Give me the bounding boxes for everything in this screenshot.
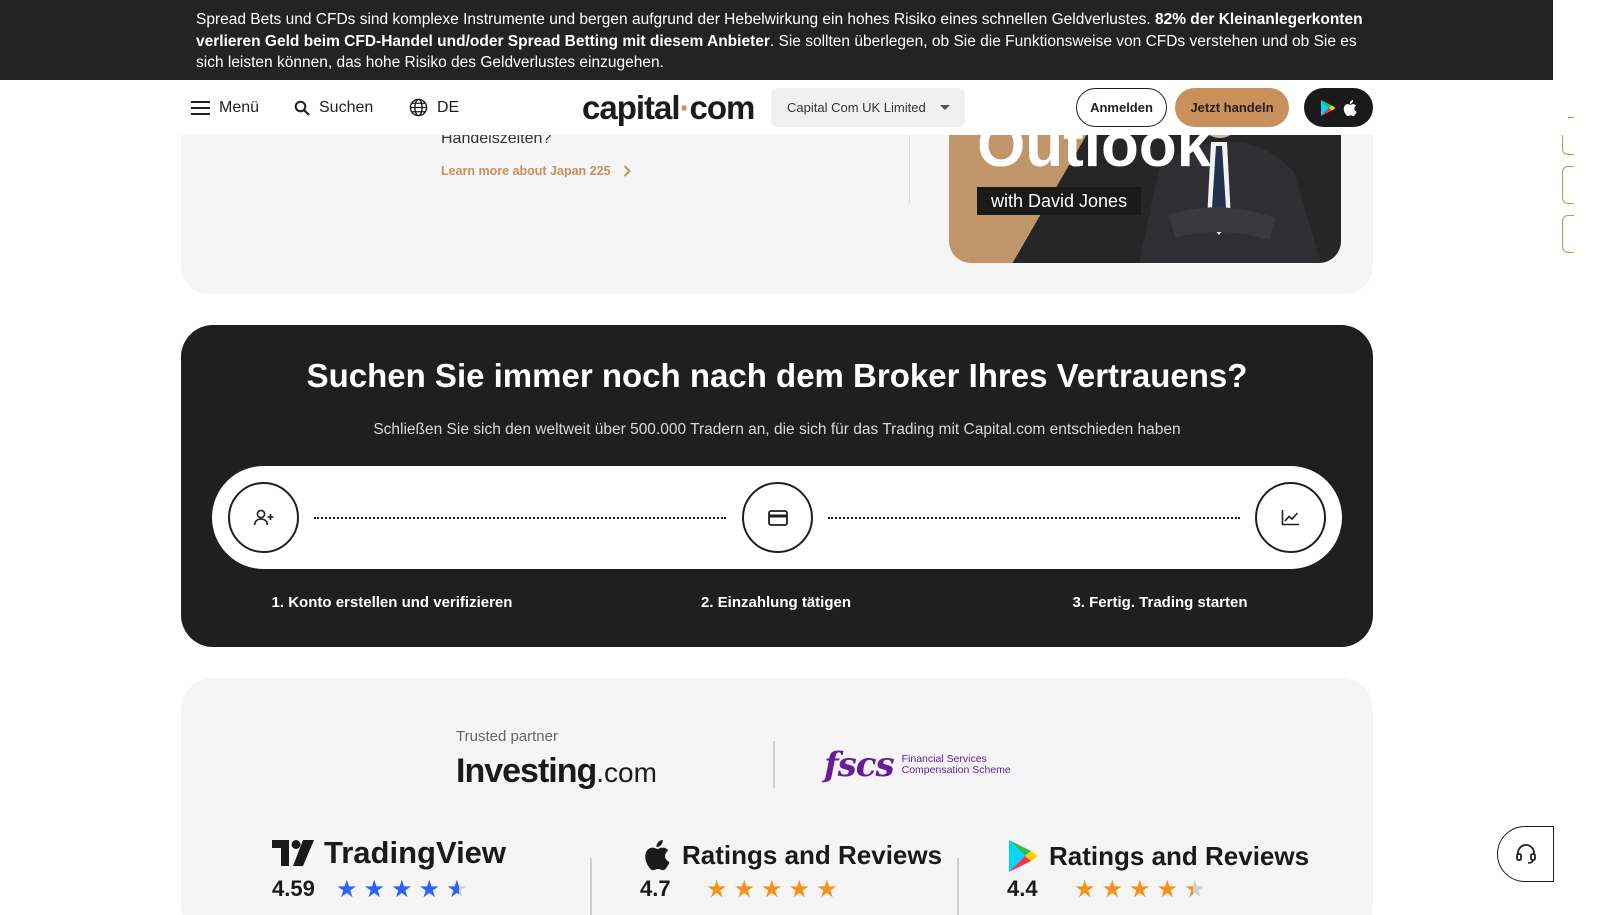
star-icon: ★	[363, 876, 386, 903]
star-icon: ★	[336, 876, 358, 903]
star-icon: ★	[1074, 876, 1096, 903]
app-download-button[interactable]	[1304, 88, 1373, 127]
menu-label: Menü	[219, 98, 260, 116]
tradingview-label: TradingView	[324, 835, 507, 870]
step-3-label: 3. Fertig. Trading starten	[1072, 594, 1248, 611]
side-tab-2[interactable]	[1562, 166, 1574, 204]
rating-divider-1	[590, 858, 592, 915]
step-connector-1	[314, 517, 726, 519]
fscs-logo[interactable]: fscs Financial Services Compensation Sche…	[824, 745, 1011, 785]
capital-com-logo[interactable]: capital·com	[582, 89, 755, 127]
add-user-icon	[253, 509, 273, 525]
language-selector[interactable]: DE	[409, 80, 459, 135]
risk-text-1: Spread Bets und CFDs sind komplexe Instr…	[196, 11, 1155, 28]
star-icon: ★	[788, 876, 811, 903]
site-header: Menü Suchen DE capital·com Capital Com U…	[0, 80, 1568, 135]
star-icon: ★	[816, 876, 838, 903]
chevron-right-icon	[623, 165, 631, 177]
entity-select[interactable]: Capital Com UK Limited	[771, 88, 965, 127]
star-icon: ★	[1156, 876, 1179, 903]
google-play-icon	[1009, 840, 1038, 872]
googleplay-label: Ratings and Reviews	[1049, 840, 1310, 871]
headset-icon	[1515, 844, 1536, 864]
tradingview-score: 4.59	[272, 876, 315, 901]
star-icon: ★	[1101, 876, 1124, 903]
star-icon: ★	[761, 876, 783, 903]
appstore-score: 4.7	[640, 876, 671, 901]
caret-down-icon	[940, 105, 950, 110]
googleplay-stars: ★ ★ ★ ★ ★	[1074, 878, 1206, 902]
investing-logo[interactable]: Investing.com	[456, 752, 657, 791]
googleplay-score: 4.4	[1007, 876, 1038, 901]
star-icon: ★	[1129, 876, 1151, 903]
rating-divider-2	[957, 858, 959, 915]
cta-subtitle: Schließen Sie sich den weltweit über 500…	[373, 421, 1181, 438]
apple-icon	[645, 839, 670, 871]
star-icon: ★	[733, 876, 756, 903]
apple-icon	[1343, 99, 1357, 116]
step-connector-2	[828, 517, 1240, 519]
language-label: DE	[437, 98, 460, 116]
learn-more-label: Learn more about Japan 225	[441, 164, 611, 178]
cta-title: Suchen Sie immer noch nach dem Broker Ih…	[306, 357, 1248, 394]
step-1-label: 1. Konto erstellen und verifizieren	[271, 594, 513, 611]
star-icon: ★	[391, 876, 413, 903]
tradingview-icon	[272, 840, 314, 866]
tradingview-rating-title[interactable]: TradingView	[272, 835, 506, 871]
globe-icon	[409, 98, 428, 117]
partner-divider	[773, 741, 775, 788]
credit-card-icon	[767, 509, 788, 526]
side-tab-3[interactable]	[1562, 215, 1574, 253]
trade-now-button[interactable]: Jetzt handeln	[1175, 88, 1289, 127]
broker-cta-section: Suchen Sie immer noch nach dem Broker Ih…	[181, 325, 1373, 647]
entity-selected-value: Capital Com UK Limited	[787, 100, 926, 115]
star-icon: ★	[446, 876, 468, 903]
risk-warning-banner: Spread Bets und CFDs sind komplexe Instr…	[0, 0, 1568, 80]
google-play-icon	[1321, 99, 1336, 116]
appstore-rating-title[interactable]: Ratings and Reviews	[640, 838, 942, 872]
search-button[interactable]: Suchen	[294, 80, 373, 135]
appstore-stars: ★ ★ ★ ★ ★	[706, 878, 838, 902]
page: Handelszeiten? Learn more about Japan 22…	[0, 0, 1600, 915]
learn-more-link[interactable]: Learn more about Japan 225	[441, 164, 631, 178]
googleplay-rating-title[interactable]: Ratings and Reviews	[1007, 838, 1309, 874]
support-chat-button[interactable]	[1497, 826, 1554, 882]
step-1-circle[interactable]	[228, 482, 299, 553]
steps-progress-bar	[212, 466, 1342, 569]
star-icon: ★	[1184, 876, 1206, 903]
step-3-circle[interactable]	[1255, 482, 1326, 553]
fscs-line-2: Compensation Scheme	[901, 764, 1011, 776]
chart-line-icon	[1281, 510, 1299, 526]
step-2-circle[interactable]	[742, 482, 813, 553]
promo-subtitle: with David Jones	[977, 187, 1142, 215]
star-icon: ★	[418, 876, 441, 903]
login-button[interactable]: Anmelden	[1076, 88, 1167, 127]
search-label: Suchen	[319, 98, 374, 116]
tradingview-stars: ★ ★ ★ ★ ★	[336, 878, 468, 902]
trusted-partner-label: Trusted partner	[456, 728, 558, 745]
menu-button[interactable]: Menü	[191, 80, 259, 135]
hamburger-icon	[191, 100, 210, 115]
step-2-label: 2. Einzahlung tätigen	[700, 594, 851, 611]
star-icon: ★	[706, 876, 728, 903]
card-divider	[909, 135, 910, 203]
appstore-label: Ratings and Reviews	[682, 839, 943, 870]
search-icon	[294, 100, 310, 116]
fscs-mark: fscs	[824, 745, 895, 785]
